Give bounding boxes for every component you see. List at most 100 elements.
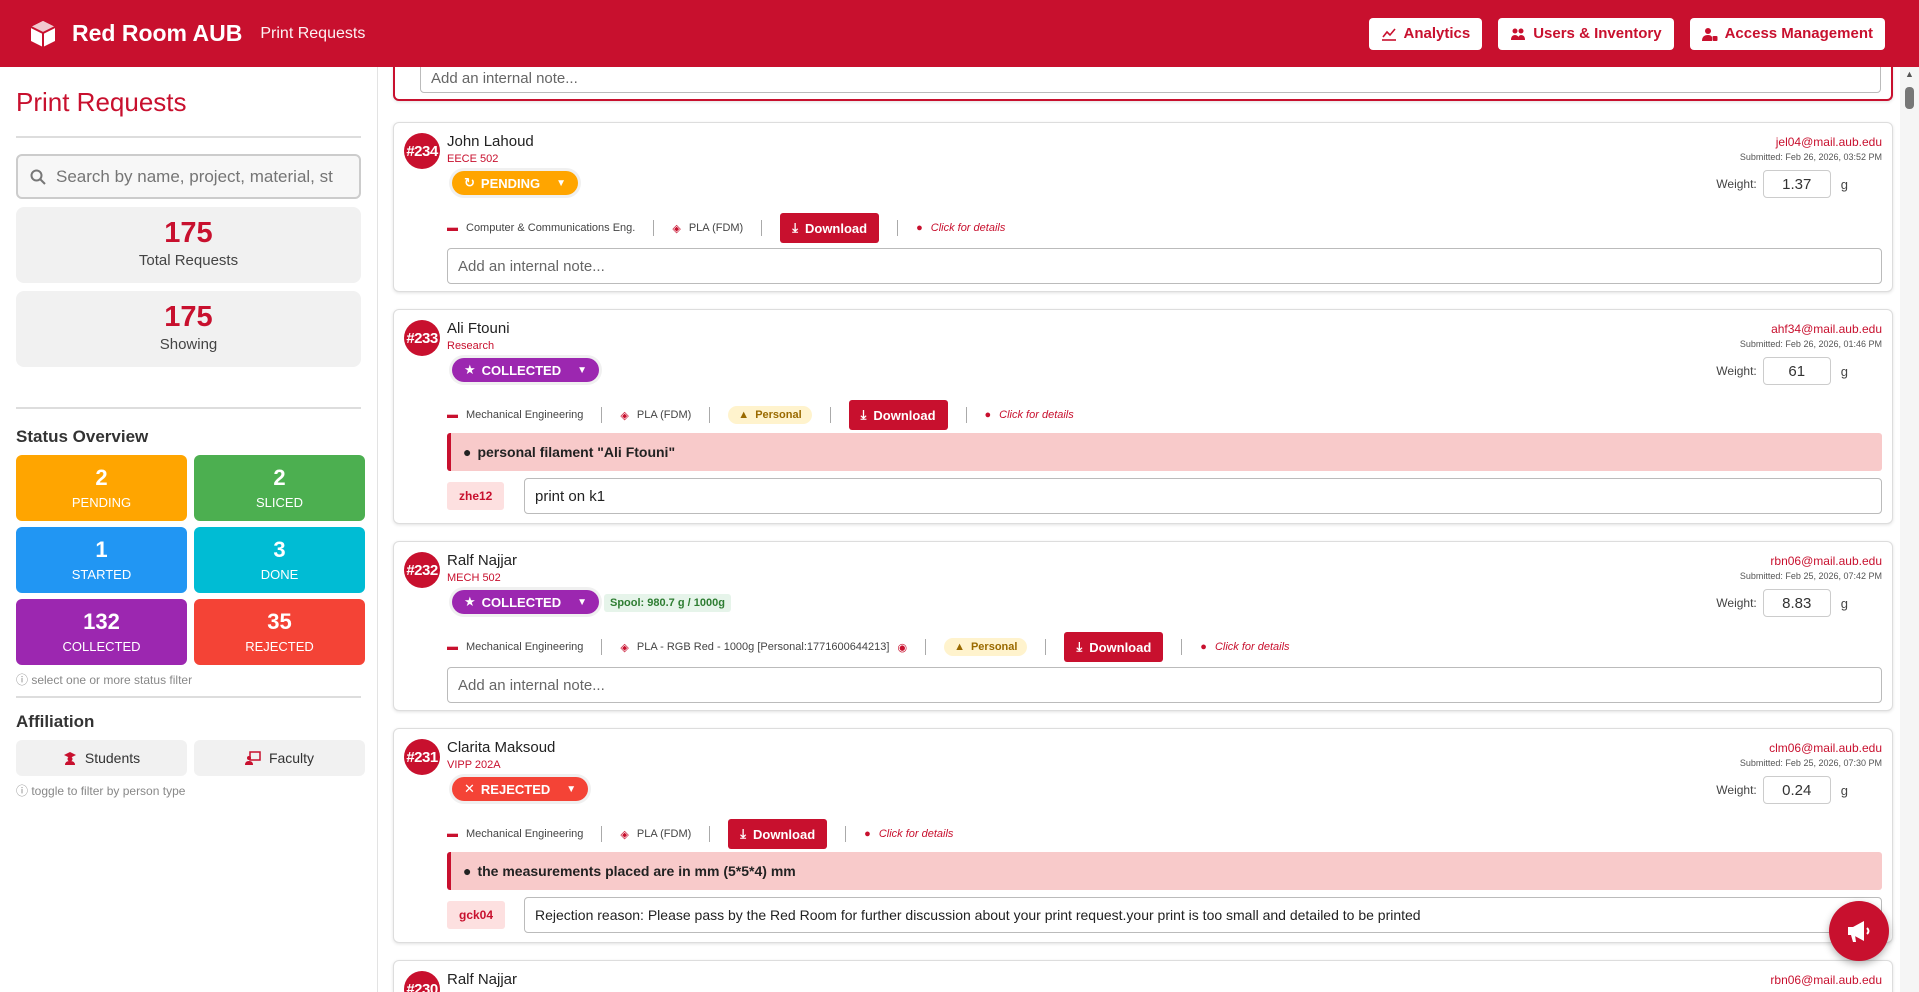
- submitted-date: Submitted: Feb 26, 2026, 03:52 PM: [1739, 152, 1882, 162]
- info-icon: ●: [984, 409, 992, 421]
- status-dropdown[interactable]: ★ COLLECTED ▼: [452, 358, 600, 382]
- request-card: #234 John Lahoud EECE 502 ↻ PENDING ▼ je…: [393, 122, 1893, 292]
- internal-note-input[interactable]: Rejection reason: Please pass by the Red…: [524, 897, 1882, 933]
- download-button[interactable]: ⤓ Download: [848, 400, 948, 430]
- sidebar: Print Requests 175 Total Requests 175 Sh…: [0, 67, 378, 992]
- status-label: REJECTED: [480, 781, 551, 797]
- requester-email[interactable]: rbn06@mail.aub.edu: [1770, 973, 1882, 987]
- scrollbar[interactable]: ▲: [1900, 67, 1919, 992]
- graduation-cap-icon: ▬: [447, 409, 458, 421]
- status-filter-collected[interactable]: 132 COLLECTED: [16, 599, 187, 665]
- access-management-label: Access Management: [1724, 25, 1873, 42]
- scrollbar-thumb[interactable]: [1905, 87, 1914, 109]
- requester-name: Ralf Najjar: [447, 971, 518, 988]
- details-link[interactable]: ● Click for details: [985, 409, 1074, 421]
- submitted-date: Submitted: Feb 26, 2026, 01:46 PM: [1739, 339, 1882, 349]
- details-link[interactable]: ● Click for details: [916, 222, 1005, 234]
- analytics-button[interactable]: Analytics: [1368, 17, 1483, 50]
- requester-email[interactable]: rbn06@mail.aub.edu: [1770, 554, 1882, 568]
- status-label: DONE: [260, 567, 299, 582]
- personal-badge: ▲ Personal: [944, 638, 1028, 656]
- details-link[interactable]: ● Click for details: [1200, 641, 1289, 653]
- status-filter-sliced[interactable]: 2 SLICED: [194, 455, 365, 521]
- download-button[interactable]: ⤓ Download: [728, 819, 828, 849]
- internal-note-input[interactable]: Add an internal note...: [447, 667, 1882, 703]
- access-management-button[interactable]: Access Management: [1689, 17, 1885, 50]
- status-label: REJECTED: [245, 639, 314, 654]
- weight-input[interactable]: [1762, 589, 1831, 617]
- status-filter-rejected[interactable]: 35 REJECTED: [194, 599, 365, 665]
- status-dropdown[interactable]: ★ COLLECTED ▼: [452, 590, 600, 614]
- graduation-cap-icon: ▬: [447, 641, 458, 653]
- teacher-icon: [244, 751, 261, 765]
- personal-label: Personal: [970, 641, 1018, 653]
- megaphone-icon: [1848, 921, 1870, 942]
- cube-icon: ◈: [672, 222, 681, 235]
- requester-email[interactable]: ahf34@mail.aub.edu: [1771, 322, 1882, 336]
- search-box[interactable]: [16, 154, 361, 199]
- status-filter-started[interactable]: 1 STARTED: [16, 527, 187, 593]
- internal-note-input[interactable]: Add an internal note...: [447, 248, 1882, 284]
- caret-down-icon: ▼: [577, 364, 588, 376]
- star-icon: ★: [464, 594, 476, 609]
- weight-unit: g: [1840, 595, 1848, 611]
- affiliation-faculty-button[interactable]: Faculty: [194, 740, 365, 776]
- warning-icon: ▲: [954, 641, 965, 653]
- download-label: Download: [1089, 639, 1152, 655]
- request-meta: ▬ Mechanical Engineering ◈ PLA - RGB Red -…: [447, 632, 1290, 662]
- personal-badge: ▲ Personal: [728, 406, 812, 424]
- weight-label: Weight:: [1716, 177, 1757, 191]
- request-id-badge: #232: [404, 552, 440, 588]
- brand[interactable]: Red Room AUB Print Requests: [24, 15, 365, 53]
- status-filter-done[interactable]: 3 DONE: [194, 527, 365, 593]
- cube-icon: ◈: [620, 828, 629, 841]
- request-meta: ▬ Mechanical Engineering ◈ PLA (FDM) ⤓ Down…: [447, 819, 953, 849]
- requests-list: Add an internal note... #234 John Lahoud…: [379, 67, 1900, 992]
- download-button[interactable]: ⤓ Download: [780, 213, 880, 243]
- weight-input[interactable]: [1762, 170, 1831, 198]
- requester-email[interactable]: jel04@mail.aub.edu: [1776, 135, 1882, 149]
- weight-input[interactable]: [1762, 357, 1831, 385]
- request-card: #233 Ali Ftouni Research ★ COLLECTED ▼ a…: [393, 309, 1893, 524]
- status-dropdown[interactable]: ✕ REJECTED ▼: [452, 777, 589, 801]
- status-hint: ⓘ select one or more status filter: [16, 673, 193, 687]
- status-dropdown[interactable]: ↻ PENDING ▼: [452, 171, 579, 195]
- details-label: Click for details: [1214, 641, 1290, 653]
- internal-note-input[interactable]: Add an internal note...: [420, 67, 1881, 93]
- download-icon: ⤓: [792, 220, 798, 235]
- department: Mechanical Engineering: [466, 828, 584, 840]
- status-label: COLLECTED: [481, 362, 562, 378]
- top-bar: Red Room AUB Print Requests Analytics Us…: [0, 0, 1919, 67]
- details-link[interactable]: ● Click for details: [864, 828, 953, 840]
- cube-icon: ◈: [620, 641, 629, 654]
- request-id-badge: #233: [404, 320, 440, 356]
- showing-label: Showing: [159, 336, 218, 353]
- internal-note-input[interactable]: print on k1: [524, 478, 1882, 514]
- status-filter-pending[interactable]: 2 PENDING: [16, 455, 187, 521]
- requester-email[interactable]: clm06@mail.aub.edu: [1769, 741, 1882, 755]
- request-card: #231 Clarita Maksoud VIPP 202A ✕ REJECTE…: [393, 728, 1893, 943]
- staff-tag: gck04: [447, 901, 506, 929]
- weight-field: Weight: g: [1716, 776, 1848, 804]
- showing-card: 175 Showing: [16, 291, 361, 367]
- users-inventory-button[interactable]: Users & Inventory: [1498, 17, 1674, 50]
- requester-name: Ralf Najjar: [447, 552, 518, 569]
- department: Computer & Communications Eng.: [466, 222, 636, 234]
- download-label: Download: [873, 407, 936, 423]
- status-count: 35: [267, 609, 292, 634]
- request-card: #232 Ralf Najjar MECH 502 ★ COLLECTED ▼ …: [393, 541, 1893, 711]
- request-id-badge: #230: [404, 971, 440, 992]
- announcement-button[interactable]: [1829, 901, 1889, 961]
- affiliation-students-button[interactable]: Students: [16, 740, 187, 776]
- download-button[interactable]: ⤓ Download: [1064, 632, 1164, 662]
- cube-logo-icon: [24, 15, 62, 53]
- personal-label: Personal: [755, 409, 802, 421]
- weight-input[interactable]: [1762, 776, 1831, 804]
- faculty-label: Faculty: [268, 750, 315, 766]
- analytics-label: Analytics: [1403, 25, 1471, 42]
- search-input[interactable]: [56, 166, 346, 187]
- scroll-up-icon[interactable]: ▲: [1900, 67, 1919, 81]
- student-icon: [63, 752, 76, 765]
- request-meta: ▬ Computer & Communications Eng. ◈ PLA (FD…: [447, 213, 1005, 243]
- status-count: 1: [95, 537, 108, 562]
